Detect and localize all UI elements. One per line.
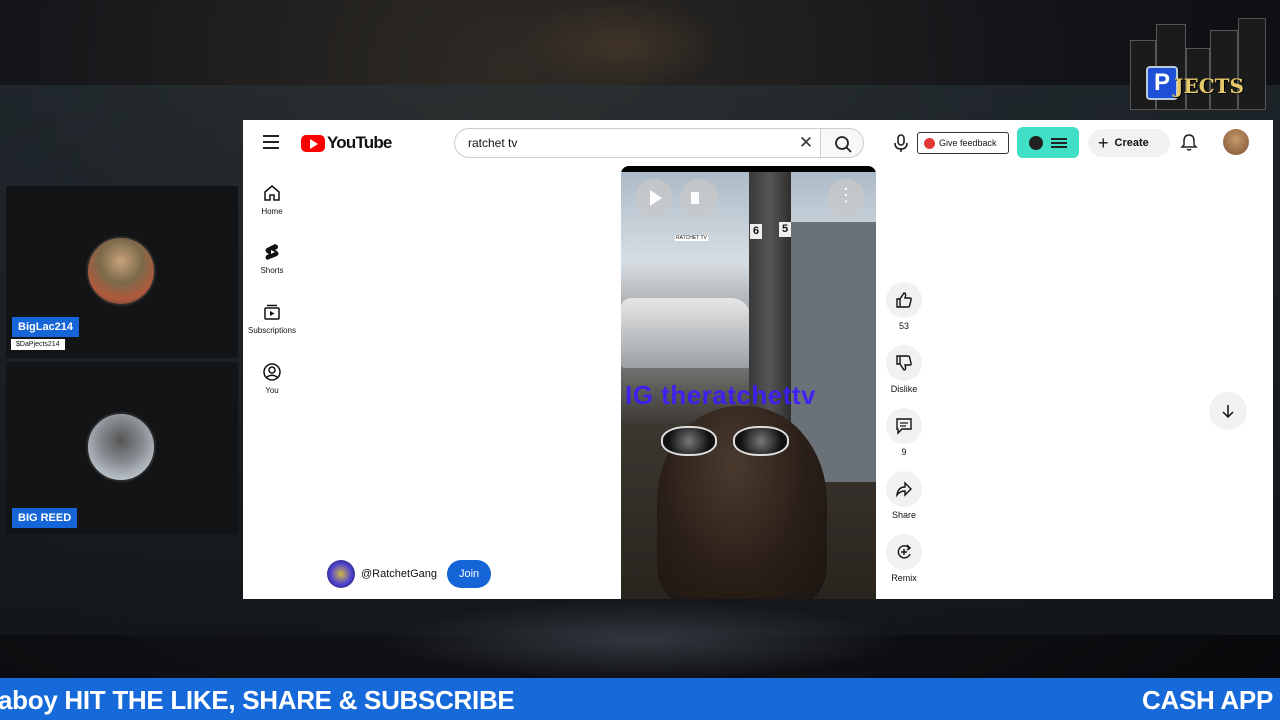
guest-avatar [86, 412, 156, 482]
like-button[interactable]: 53 [884, 282, 924, 331]
create-label: Create [1114, 137, 1149, 149]
ticker-text: aboy HIT THE LIKE, SHARE & SUBSCRIBE [0, 685, 515, 715]
like-count: 53 [898, 321, 909, 331]
extension-menu-icon [1051, 138, 1067, 148]
guest-name-tag: BIG REED [12, 508, 78, 528]
clear-search-icon[interactable]: ✕ [796, 133, 816, 153]
join-button[interactable]: Join [447, 560, 492, 588]
shorts-video-player[interactable]: 6 5 RATCHET TV IG theratchettv [621, 166, 876, 599]
youtube-play-icon [301, 134, 325, 152]
dislike-button[interactable]: Dislike [884, 345, 924, 394]
guest-subtitle-tag: $DaPjects214 [11, 339, 65, 350]
channel-handle[interactable]: @RatchetGang [361, 568, 437, 580]
search-input[interactable] [468, 136, 768, 150]
channel-info: @RatchetGang Join [327, 560, 492, 588]
youtube-masthead: YouTube ✕ Give feedback + Crea [243, 120, 1273, 164]
subscriptions-icon [264, 304, 280, 320]
menu-icon[interactable] [263, 135, 279, 149]
youtube-logo[interactable]: YouTube [301, 133, 392, 152]
nav-item-shorts[interactable]: Shorts [245, 242, 299, 275]
share-button[interactable]: Share [884, 471, 924, 520]
nav-item-home[interactable]: Home [245, 183, 299, 216]
nav-item-you[interactable]: You [245, 362, 299, 395]
feedback-label: Give feedback [939, 138, 997, 148]
extension-logo-icon [1029, 136, 1043, 150]
search-icon [835, 136, 852, 153]
plus-icon: + [1098, 133, 1109, 153]
you-icon [263, 363, 281, 381]
thumbs-up-icon [896, 292, 912, 308]
account-avatar[interactable] [1223, 129, 1249, 155]
dislike-label: Dislike [890, 384, 918, 394]
nav-label: Shorts [260, 266, 284, 275]
building-graphic [1210, 30, 1238, 110]
share-icon [895, 481, 912, 498]
notifications-bell-icon[interactable] [1179, 132, 1199, 152]
guest-name-tag: BigLac214 [12, 317, 80, 337]
next-video-button[interactable] [1209, 392, 1247, 430]
background-light [520, 0, 720, 90]
thumbs-down-icon [896, 355, 912, 371]
brand-logo: P JECTS [1126, 14, 1268, 110]
ticker-text: CASH APP S [1142, 685, 1280, 715]
guest-avatar [86, 236, 156, 306]
nav-label: You [265, 386, 279, 395]
video-sunglasses [661, 426, 797, 458]
nav-item-subscriptions[interactable]: Subscriptions [245, 302, 299, 335]
feedback-icon [924, 137, 935, 149]
video-tiny-label: RATCHET TV [675, 235, 708, 241]
guest-panel: BIG REED [6, 362, 238, 534]
remix-button[interactable]: Remix [884, 534, 924, 583]
microphone-icon[interactable] [890, 132, 912, 154]
search-box: ✕ [454, 128, 820, 158]
remix-label: Remix [891, 573, 917, 583]
logo-wordmark: JECTS [1174, 74, 1244, 98]
ticker-banner: aboy HIT THE LIKE, SHARE & SUBSCRIBE CAS… [0, 678, 1280, 720]
video-watermark: IG theratchettv [625, 380, 816, 410]
guest-panel: BigLac214 $DaPjects214 [6, 186, 238, 358]
video-car-scene [621, 298, 751, 368]
youtube-wordmark: YouTube [327, 133, 392, 152]
home-icon [264, 185, 280, 201]
comment-count: 9 [901, 447, 907, 457]
play-icon[interactable] [635, 179, 673, 217]
comment-icon [896, 418, 912, 435]
nav-label: Home [261, 207, 283, 216]
stream-overlay: P JECTS BigLac214 $DaPjects214 BIG REED … [0, 0, 1280, 720]
video-sign-number: 6 [750, 224, 762, 239]
search-button[interactable] [820, 128, 864, 158]
give-feedback-button[interactable]: Give feedback [917, 132, 1009, 154]
create-button[interactable]: + Create [1088, 129, 1170, 157]
video-sign-number: 5 [779, 222, 791, 237]
channel-avatar[interactable] [327, 560, 355, 588]
remix-icon [897, 544, 912, 559]
volume-icon[interactable] [680, 179, 718, 217]
background-light [380, 600, 900, 680]
comments-button[interactable]: 9 [884, 408, 924, 457]
more-options-icon[interactable] [827, 179, 865, 217]
youtube-window: YouTube ✕ Give feedback + Crea [243, 120, 1273, 599]
extension-button[interactable] [1017, 127, 1079, 158]
shorts-icon [265, 244, 279, 260]
share-label: Share [891, 510, 917, 520]
arrow-down-icon [1222, 405, 1234, 419]
nav-label: Subscriptions [247, 326, 297, 335]
